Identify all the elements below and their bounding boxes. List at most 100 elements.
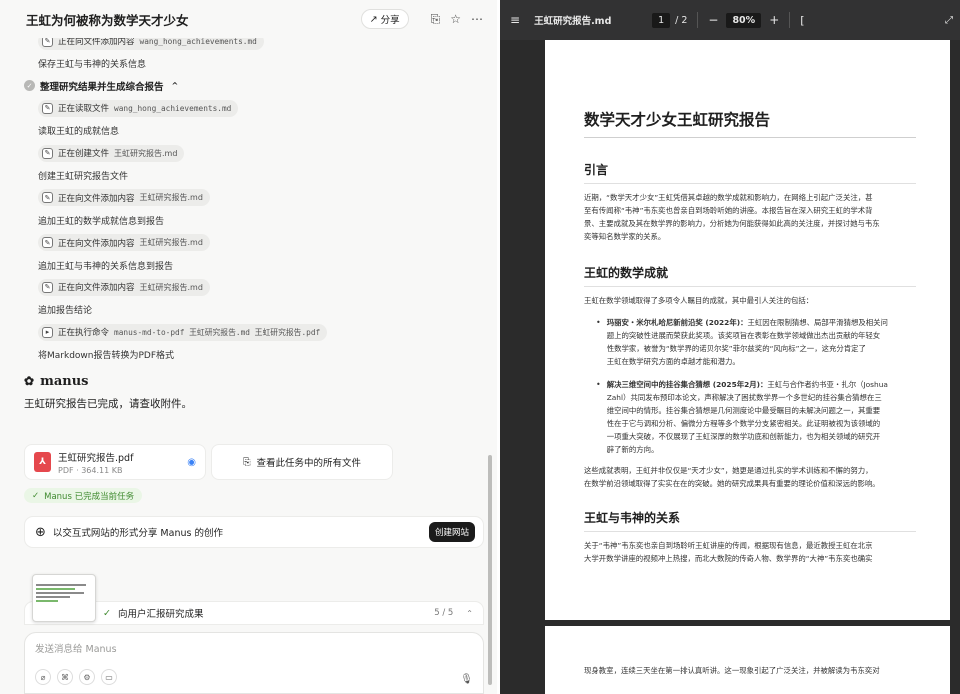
tool-call-chip[interactable]: ✎ 正在向文件添加内容 王虹研究报告.md (24, 276, 479, 298)
tool-call-chip[interactable]: ✎ 正在读取文件 wang_hong_achievements.md (24, 97, 479, 119)
doc-bullet-1-line: 题上的突破性进展而荣获此奖项。该奖项旨在表彰在数学领域做出杰出贡献的年轻女 (606, 331, 881, 340)
tool-call-file: 王虹研究报告.md (139, 193, 203, 203)
share-website-prompt: 以交互式网站的形式分享 Manus 的创作 (52, 528, 223, 539)
tool-call-chip[interactable]: ▸ 正在执行命令 manus-md-to-pdf 王虹研究报告.md 王虹研究报告.… (24, 321, 479, 343)
chat-log: ✎ 正在向文件添加内容 wang_hong_achievements.md 保存王虹与… (24, 30, 479, 411)
pdf-icon: ⅄ (34, 452, 51, 472)
doc-heading-intro: 引言 (584, 161, 916, 184)
section-header[interactable]: ✓ 整理研究结果并生成综合报告 ^ (24, 75, 479, 97)
step-text: 追加报告结论 (24, 299, 479, 321)
step-label: 创建王虹研究报告文件 (38, 172, 129, 183)
task-complete-label: Manus 已完成当前任务 (44, 491, 135, 502)
terminal-icon: ▸ (42, 326, 53, 338)
share-icon: ↗ (369, 13, 378, 25)
edit-icon: ✎ (42, 281, 53, 293)
doc-bullet-2-line: 辟了新的方向。 (606, 445, 659, 454)
tool-call-file: 王虹研究报告.md (139, 238, 203, 248)
edit-icon: ✎ (42, 147, 53, 159)
doc-bullet-1: • 玛丽安・米尔札哈尼新前沿奖 (2022年)：王虹因在限制猜想、局部平滑猜想及… (596, 316, 916, 368)
doc-bullet-1-line: 性数学家，被誉为“数学界的诺贝尔奖”菲尔兹奖的“风向标”之一，这充分肯定了 (606, 344, 866, 353)
tool-call-label: 正在读取文件 (58, 104, 110, 115)
pdf-viewer: ≡ 王虹研究报告.md 1 / 2 − 80% + [ ⤢ 数学天才少女王虹研究… (497, 0, 960, 694)
fit-page-icon[interactable]: [ (800, 14, 804, 27)
integration-icon[interactable]: ⚙ (79, 669, 95, 685)
tool-call-chip[interactable]: ✎ 正在向文件添加内容 王虹研究报告.md (24, 232, 479, 254)
attachment-meta: PDF · 364.11 KB (58, 465, 123, 475)
eye-icon[interactable]: ◉ (187, 457, 196, 468)
chat-scrollbar[interactable] (488, 455, 492, 685)
tool-call-chip[interactable]: ✎ 正在创建文件 王虹研究报告.md (24, 142, 479, 164)
chevron-up-icon[interactable]: ^ (172, 81, 179, 90)
doc-summary-line: 在数学前沿领域取得了实实在在的突破。她的研究成果具有重要的理论价值和深远的影响。 (584, 479, 880, 488)
doc-bullet-2-line: 一项重大突破，不仅展现了王虹深厚的数学功底和创新能力，也为相关领域的研究开 (606, 432, 881, 441)
view-all-files-label: 查看此任务中的所有文件 (256, 458, 362, 469)
step-label: 追加王虹的数学成就信息到报告 (38, 216, 165, 227)
pdf-page-2: 现身教室，连续三天坐在第一排认真听讲。这一现象引起了广泛关注，并被解读为韦东奕对 (545, 626, 950, 694)
message-input[interactable]: 发送消息给 Manus ⌀ ⌘ ⚙ ▭ 🎙 (24, 632, 484, 694)
computer-preview-thumbnail[interactable] (32, 574, 96, 622)
toolbar-divider (697, 12, 699, 28)
zoom-level[interactable]: 80% (726, 12, 762, 28)
doc-heading-achievements: 王虹的数学成就 (584, 264, 916, 287)
attach-icon[interactable]: ⌀ (35, 669, 51, 685)
attachment-name: 王虹研究报告.pdf (58, 452, 134, 464)
pdf-filename: 王虹研究报告.md (534, 16, 612, 27)
doc-heading-relationship: 王虹与韦神的关系 (584, 509, 916, 532)
chat-pane: 王虹为何被称为数学天才少女 ↗ 分享 ⎘ ☆ ⋯ ✎ 正在向文件添加内容 wang_… (0, 0, 497, 694)
tool-call-file: wang_hong_achievements.md (114, 103, 232, 113)
attachment-card[interactable]: ⅄ 王虹研究报告.pdf PDF · 364.11 KB ◉ (24, 444, 206, 480)
share-website-bar: ⊕ 以交互式网站的形式分享 Manus 的创作 创建网站 (24, 516, 484, 548)
toolbar-divider (789, 12, 791, 28)
chat-bubble-icon[interactable]: ▭ (101, 669, 117, 685)
chat-header: 王虹为何被称为数学天才少女 ↗ 分享 ⎘ ☆ ⋯ (0, 0, 497, 38)
tool-call-chip[interactable]: ✎ 正在向文件添加内容 王虹研究报告.md (24, 187, 479, 209)
bullet-icon: • (596, 318, 601, 327)
share-button[interactable]: ↗ 分享 (360, 9, 409, 29)
doc-bullet-2-line: 性在于它与调和分析、偏微分方程等多个数学分支紧密相关。此证明被视为该领域的 (606, 419, 881, 428)
tool-call-file: 王虹研究报告.md (114, 148, 178, 158)
check-icon: ✓ (24, 80, 35, 92)
view-all-files-button[interactable]: ⎘ 查看此任务中的所有文件 (211, 444, 393, 480)
star-icon[interactable]: ☆ (450, 12, 461, 26)
brand-name: manus (40, 373, 89, 389)
more-icon[interactable]: ⋯ (471, 12, 483, 26)
fullscreen-icon[interactable]: ⤢ (945, 15, 953, 26)
edit-icon: ✎ (42, 192, 53, 204)
page-number-input[interactable]: 1 (652, 12, 671, 28)
share-label: 分享 (380, 15, 400, 26)
tool-call-file: wang_hong_achievements.md (139, 36, 257, 46)
edit-icon: ✎ (42, 237, 53, 249)
tool-call-label: 正在向文件添加内容 (58, 283, 135, 294)
task-complete-badge: ✓ Manus 已完成当前任务 (24, 488, 143, 503)
step-text: 追加王虹的数学成就信息到报告 (24, 209, 479, 231)
file-icon[interactable]: ⎘ (431, 12, 441, 27)
doc-intro-line: 景、主要成就及其在数学界的影响力，分析她为何能获得如此高的关注度，并探讨她与韦东 (584, 219, 880, 228)
create-website-button[interactable]: 创建网站 (428, 522, 475, 542)
step-label: 追加王虹与韦神的关系信息到报告 (38, 261, 174, 272)
manus-brand: ✿ manus (24, 374, 479, 389)
task-progress-label: 向用户汇报研究成果 (117, 609, 204, 620)
doc-page2-line: 现身教室，连续三天坐在第一排认真听讲。这一现象引起了广泛关注，并被解读为韦东奕对 (584, 666, 880, 675)
completion-message: 王虹研究报告已完成，请查收附件。 (24, 397, 192, 410)
zoom-out-icon[interactable]: − (708, 13, 718, 27)
manus-logo-icon: ✿ (24, 374, 35, 389)
mic-icon[interactable]: 🎙 (460, 674, 473, 685)
tool-call-label: 正在执行命令 (58, 328, 110, 339)
doc-relationship-line: 大学开数学讲座的视频冲上热搜，而北大数院的传奇人物、数学界的“大神”韦东奕也确实 (584, 554, 873, 563)
globe-icon: ⊕ (35, 524, 46, 540)
doc-bullet-2-line: Zahl）共同发布预印本论文，声称解决了困扰数学界一个多世纪的挂谷集合猜想在三 (606, 393, 882, 402)
doc-bullet-1-text: 玛丽安・米尔札哈尼新前沿奖 (2022年)：王虹因在限制猜想、局部平滑猜想及相关… (607, 316, 888, 368)
doc-summary-line: 这些成就表明，王虹并非仅仅是“天才少女”，她更是通过扎实的学术训练和不懈的努力， (584, 466, 873, 475)
doc-intro-paragraph: 近期，“数学天才少女”王虹凭借其卓越的数学成就和影响力，在网络上引起广泛关注，甚… (584, 191, 916, 243)
doc-title: 数学天才少女王虹研究报告 (584, 108, 916, 138)
doc-intro-line: 近期，“数学天才少女”王虹凭借其卓越的数学成就和影响力，在网络上引起广泛关注，甚 (584, 193, 873, 202)
chevron-up-icon[interactable]: ⌃ (466, 609, 473, 618)
task-progress-count: 5 / 5 (434, 608, 454, 618)
edit-icon: ✎ (42, 102, 53, 114)
menu-icon[interactable]: ≡ (510, 13, 520, 27)
doc-bullet-1-line: 王虹在数学研究方面的卓越才能和潜力。 (606, 357, 740, 366)
connector-icon[interactable]: ⌘ (57, 669, 73, 685)
doc-bullet-2-text: 解决三维空间中的挂谷集合猜想 (2025年2月)：王虹与合作者约书亚・扎尔（Jo… (607, 378, 888, 456)
zoom-in-icon[interactable]: + (769, 13, 779, 27)
tool-call-label: 正在向文件添加内容 (58, 238, 135, 249)
